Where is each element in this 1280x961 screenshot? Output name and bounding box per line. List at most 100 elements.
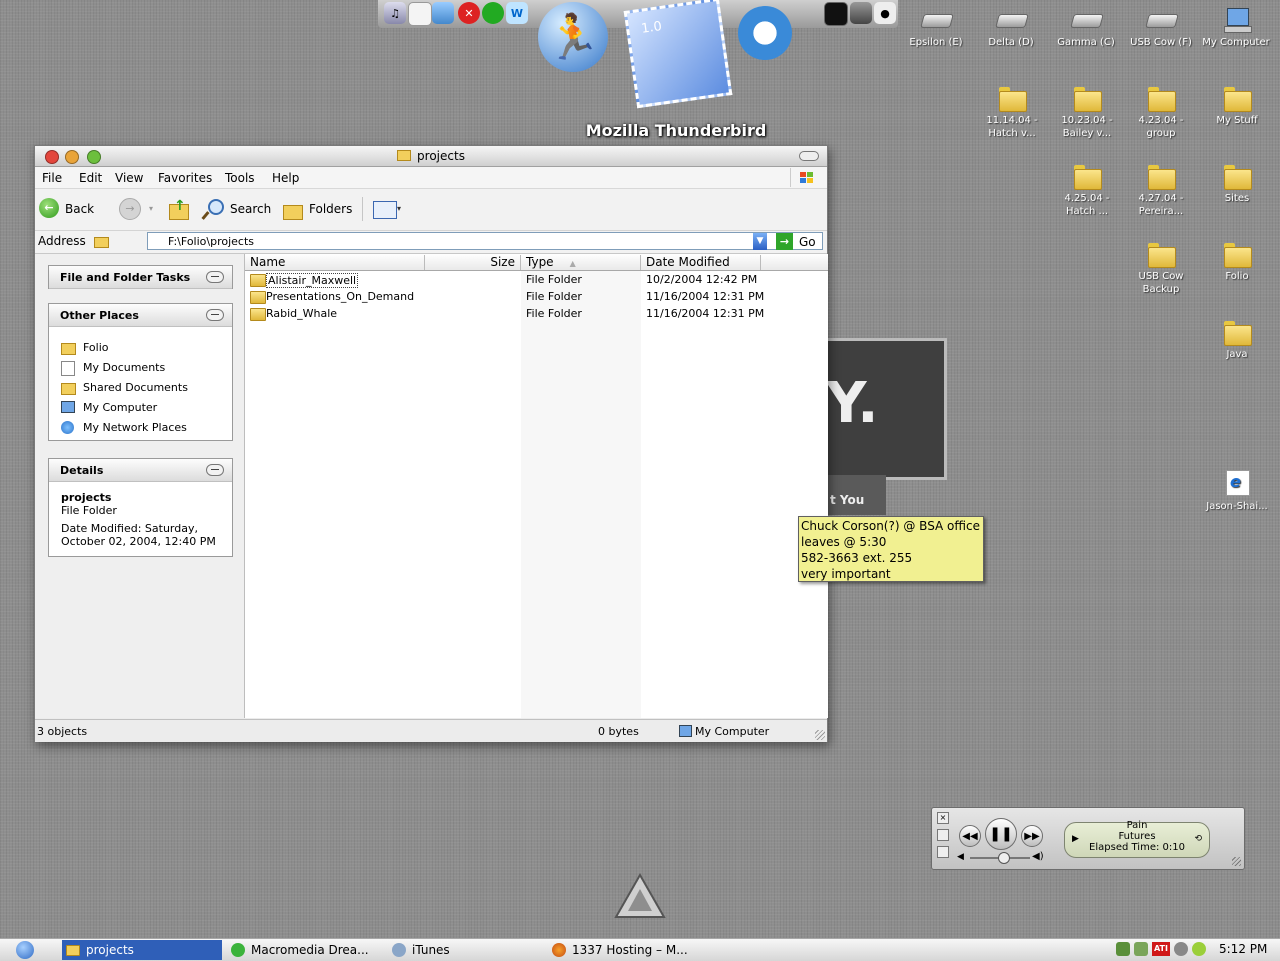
desktop-folder[interactable]: 10.23.04 - Bailey v...: [1049, 84, 1125, 140]
desktop-shortcut[interactable]: e Jason-Shai...: [1199, 470, 1275, 513]
desktop-folder[interactable]: 4.27.04 - Pereira...: [1123, 162, 1199, 218]
menu-view[interactable]: View: [115, 171, 143, 185]
close-icon[interactable]: ×: [937, 812, 949, 824]
desktop-folder[interactable]: 4.23.04 - group: [1123, 84, 1199, 140]
sticky-note[interactable]: Chuck Corson(?) @ BSA office leaves @ 5:…: [798, 516, 984, 582]
desktop-folder[interactable]: My Stuff: [1199, 84, 1275, 127]
drive-gamma[interactable]: Gamma (C): [1048, 6, 1124, 49]
iphoto-icon[interactable]: [432, 2, 454, 24]
menu-favorites[interactable]: Favorites: [158, 171, 212, 185]
tray-icon[interactable]: [1174, 942, 1188, 956]
search-button[interactable]: Search: [230, 202, 271, 216]
column-size[interactable]: Size: [425, 255, 521, 270]
folder-up-button[interactable]: ↑: [167, 198, 189, 220]
title-bar[interactable]: projects: [35, 146, 827, 167]
file-row[interactable]: Presentations_On_Demand File Folder 11/1…: [245, 288, 828, 305]
task-dreamweaver[interactable]: Macromedia Drea...: [227, 940, 401, 960]
volume-slider[interactable]: [970, 852, 1030, 864]
dashboard-icon[interactable]: [482, 2, 504, 24]
desktop-item-label: USB Cow (F): [1130, 37, 1192, 48]
file-folder-tasks-header[interactable]: File and Folder Tasks: [49, 266, 232, 289]
stop-icon[interactable]: ✕: [458, 2, 480, 24]
forward-button[interactable]: →: [119, 198, 141, 220]
next-track-button[interactable]: ▶▶: [1021, 825, 1043, 847]
hard-drive-icon: [920, 6, 954, 34]
drive-delta[interactable]: Delta (D): [973, 6, 1049, 49]
desktop-item-label: Folio: [1225, 271, 1249, 282]
back-button[interactable]: Back: [65, 202, 94, 216]
task-firefox[interactable]: 1337 Hosting – M...: [548, 940, 732, 960]
menu-file[interactable]: File: [42, 171, 62, 185]
address-dropdown-button[interactable]: ▼: [753, 233, 767, 250]
menu-edit[interactable]: Edit: [79, 171, 102, 185]
terminal-icon[interactable]: [824, 2, 848, 26]
column-type[interactable]: Type ▲: [521, 255, 641, 270]
go-arrow-icon[interactable]: →: [776, 233, 793, 250]
drive-usb-cow[interactable]: USB Cow (F): [1123, 6, 1199, 49]
previous-track-button[interactable]: ◀◀: [959, 825, 981, 847]
apple-start-icon[interactable]: [16, 941, 34, 959]
details-header[interactable]: Details: [49, 459, 232, 482]
back-arrow-icon[interactable]: ←: [39, 198, 59, 218]
desktop-item-label: 10.23.04 - Bailey v...: [1061, 115, 1113, 139]
desktop-folder[interactable]: Sites: [1199, 162, 1275, 205]
status-zone: My Computer: [695, 725, 770, 738]
menu-tools[interactable]: Tools: [225, 171, 255, 185]
collapse-icon[interactable]: [206, 309, 224, 321]
desktop-folder[interactable]: Java: [1199, 318, 1275, 361]
mail-icon[interactable]: 1.0: [623, 0, 733, 109]
safari-icon[interactable]: [738, 6, 792, 60]
network-tray-icon[interactable]: [1116, 942, 1130, 956]
wordbook-icon[interactable]: W: [506, 2, 528, 24]
views-icon[interactable]: [373, 201, 397, 219]
desktop-folder[interactable]: 4.25.04 - Hatch ...: [1049, 162, 1125, 218]
place-my-documents[interactable]: My Documents: [61, 360, 165, 376]
desktop-folder[interactable]: Folio: [1199, 240, 1275, 283]
task-projects[interactable]: projects: [62, 940, 222, 960]
column-date-modified[interactable]: Date Modified: [641, 255, 761, 270]
desktop-folder[interactable]: 11.14.04 - Hatch v...: [974, 84, 1050, 140]
place-shared-documents[interactable]: Shared Documents: [61, 380, 188, 396]
itunes-mini-player: × ◀◀ ❚❚ ▶▶ ◀ ◀) ▶ Pain Futures Elapsed T…: [931, 807, 1245, 870]
file-row[interactable]: Alistair_Maxwell File Folder 10/2/2004 1…: [245, 271, 828, 288]
search-icon[interactable]: [201, 198, 224, 220]
collapse-icon[interactable]: [206, 464, 224, 476]
ipod-icon[interactable]: [408, 2, 432, 26]
ati-tray-icon[interactable]: ATI: [1152, 942, 1170, 956]
restore-icon[interactable]: [937, 829, 949, 841]
itunes-icon[interactable]: ♫: [384, 2, 406, 24]
place-my-network-places[interactable]: My Network Places: [61, 420, 187, 436]
trash-icon[interactable]: [850, 2, 872, 24]
clock[interactable]: 5:12 PM: [1219, 942, 1267, 956]
folders-button[interactable]: Folders: [309, 202, 352, 216]
window-title-text: projects: [417, 149, 465, 163]
application-a-icon[interactable]: [614, 872, 666, 921]
go-button[interactable]: Go: [799, 235, 816, 249]
task-itunes[interactable]: iTunes: [388, 940, 562, 960]
place-my-computer[interactable]: My Computer: [61, 400, 157, 416]
snapback-icon[interactable]: ⟲: [1194, 834, 1202, 845]
collapse-icon[interactable]: [206, 271, 224, 283]
pause-button[interactable]: ❚❚: [985, 818, 1017, 850]
other-places-header[interactable]: Other Places: [49, 304, 232, 327]
desktop-folder[interactable]: USB Cow Backup: [1123, 240, 1199, 296]
tray-icon[interactable]: [1134, 942, 1148, 956]
forward-dropdown-icon[interactable]: ▾: [149, 204, 153, 213]
my-computer[interactable]: My Computer: [1198, 6, 1274, 49]
volume-knob[interactable]: [998, 852, 1010, 864]
drive-epsilon[interactable]: Epsilon (E): [898, 6, 974, 49]
aim-icon[interactable]: 🏃: [538, 2, 608, 72]
desktop-item-label: Delta (D): [988, 37, 1034, 48]
column-name[interactable]: Name: [245, 255, 425, 270]
resize-grip[interactable]: [815, 730, 825, 740]
minimize-icon[interactable]: [937, 846, 949, 858]
place-folio[interactable]: Folio: [61, 340, 109, 356]
file-row[interactable]: Rabid_Whale File Folder 11/16/2004 12:31…: [245, 305, 828, 322]
apple-icon[interactable]: ●: [874, 2, 896, 24]
address-input[interactable]: [147, 232, 823, 250]
tray-icon[interactable]: [1192, 942, 1206, 956]
toolbar-toggle-button[interactable]: [799, 151, 819, 161]
views-dropdown-icon[interactable]: ▾: [397, 204, 401, 213]
resize-grip[interactable]: [1232, 857, 1241, 866]
menu-help[interactable]: Help: [272, 171, 299, 185]
